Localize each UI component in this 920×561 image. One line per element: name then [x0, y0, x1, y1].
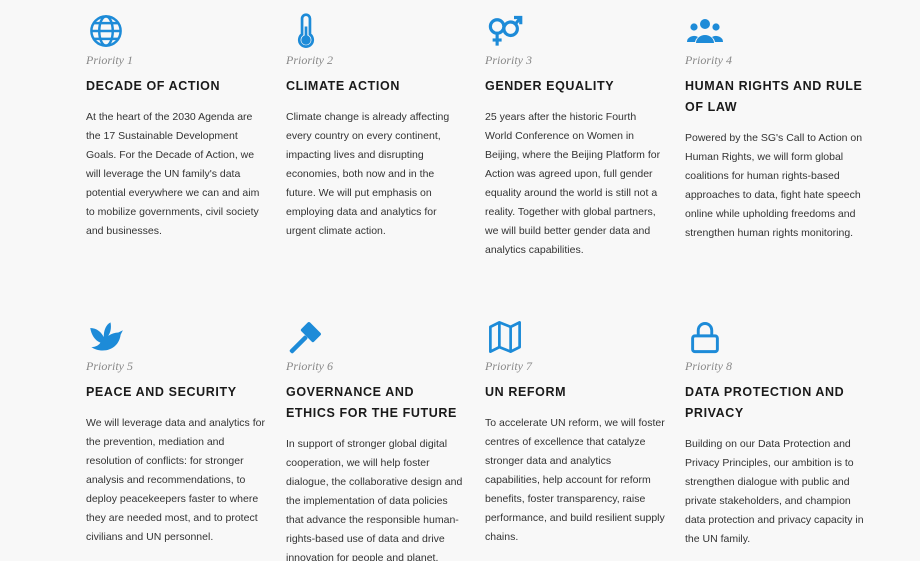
priority-card: Priority 4 HUMAN RIGHTS AND RULE OF LAW …	[685, 13, 865, 243]
dove-icon	[88, 319, 124, 355]
priority-description: Climate change is already affecting ever…	[286, 111, 450, 237]
gender-icon	[487, 13, 523, 49]
map-icon	[487, 319, 523, 355]
priority-card: Priority 6 GOVERNANCE AND ETHICS FOR THE…	[286, 319, 466, 561]
priority-card: Priority 3 GENDER EQUALITY 25 years afte…	[485, 13, 665, 260]
thermometer-icon	[288, 13, 324, 49]
priority-title: GOVERNANCE AND ETHICS FOR THE FUTURE	[286, 385, 457, 420]
priority-description: Building on our Data Protection and Priv…	[685, 438, 864, 545]
priority-label: Priority 2	[286, 53, 333, 67]
priority-description: We will leverage data and analytics for …	[86, 417, 265, 543]
priority-label: Priority 3	[485, 53, 532, 67]
priority-label: Priority 5	[86, 359, 133, 373]
priority-card: Priority 2 CLIMATE ACTION Climate change…	[286, 13, 466, 241]
lock-icon	[687, 319, 723, 355]
gavel-icon	[288, 319, 324, 355]
priority-description: To accelerate UN reform, we will foster …	[485, 417, 665, 543]
priority-title: CLIMATE ACTION	[286, 79, 400, 93]
priority-description: 25 years after the historic Fourth World…	[485, 111, 661, 256]
priority-card: Priority 7 UN REFORM To accelerate UN re…	[485, 319, 665, 547]
priority-description: Powered by the SG's Call to Action on Hu…	[685, 132, 863, 239]
priority-label: Priority 7	[485, 359, 532, 373]
priority-card: Priority 8 DATA PROTECTION AND PRIVACY B…	[685, 319, 865, 549]
priority-title: PEACE AND SECURITY	[86, 385, 237, 399]
globe-icon	[88, 13, 124, 49]
priority-label: Priority 1	[86, 53, 133, 67]
priority-description: In support of stronger global digital co…	[286, 438, 463, 561]
priority-label: Priority 8	[685, 359, 732, 373]
priority-description: At the heart of the 2030 Agenda are the …	[86, 111, 260, 237]
priority-label: Priority 6	[286, 359, 333, 373]
priority-title: UN REFORM	[485, 385, 567, 399]
priority-label: Priority 4	[685, 53, 732, 67]
people-group-icon	[687, 13, 723, 49]
priority-title: DECADE OF ACTION	[86, 79, 221, 93]
priority-card: Priority 1 DECADE OF ACTION At the heart…	[86, 13, 266, 241]
priority-title: HUMAN RIGHTS AND RULE OF LAW	[685, 79, 863, 114]
priority-card: Priority 5 PEACE AND SECURITY We will le…	[86, 319, 266, 547]
priority-title: GENDER EQUALITY	[485, 79, 615, 93]
priorities-section: Priority 1 DECADE OF ACTION At the heart…	[0, 0, 920, 561]
priority-title: DATA PROTECTION AND PRIVACY	[685, 385, 845, 420]
